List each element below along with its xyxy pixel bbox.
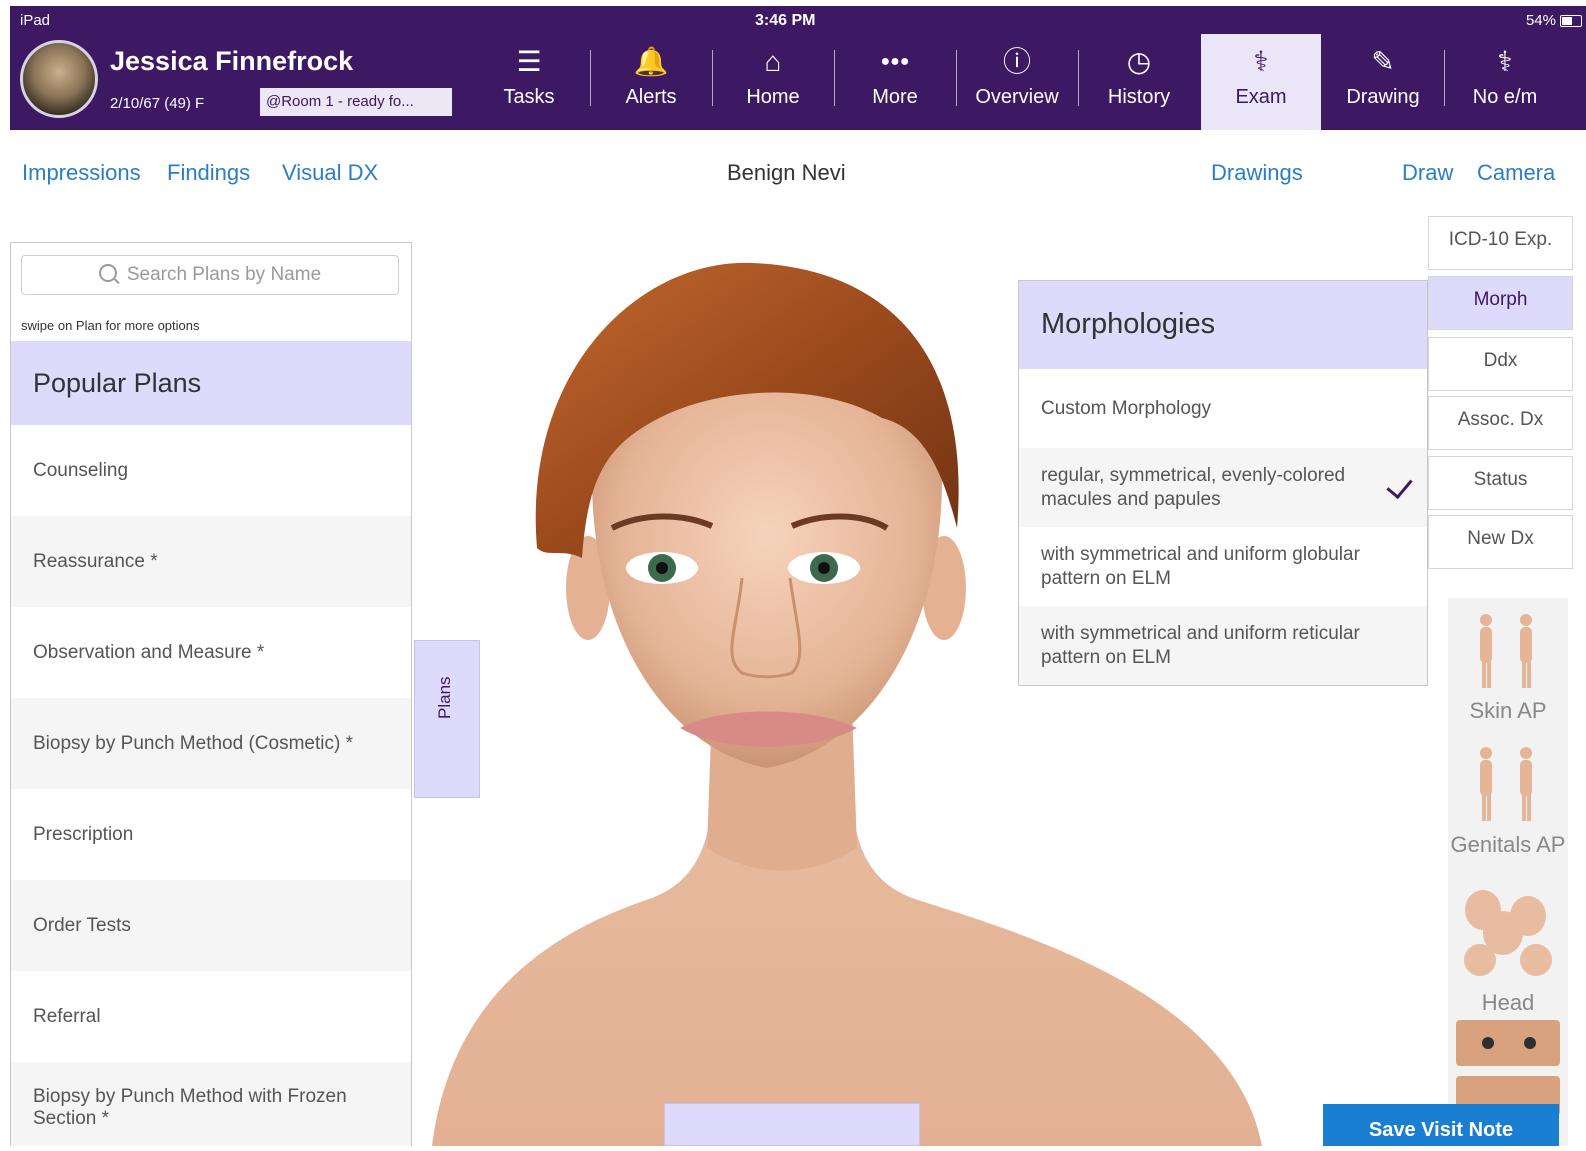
battery-icon [1560, 15, 1582, 27]
plan-item-label: Order Tests [33, 914, 131, 936]
tasks-icon: ☰ [516, 46, 542, 77]
stethoscope-icon: ⚕ [1253, 46, 1269, 77]
morphologies-title: Morphologies [1019, 281, 1427, 369]
search-icon [98, 264, 117, 282]
battery-percent: 54% [1525, 12, 1556, 29]
nav-tab-exam[interactable]: ⚕ Exam [1201, 34, 1321, 130]
body-view-images [1456, 614, 1560, 1116]
nav-separator [590, 50, 591, 106]
nav-tab-label: No e/m [1472, 86, 1538, 108]
visual-dx-link[interactable]: Visual DX [282, 160, 378, 186]
home-icon: ⌂ [764, 46, 782, 77]
room-status-badge[interactable]: @Room 1 - ready fo... [260, 88, 452, 116]
nav-tab-label: Exam [1235, 86, 1287, 108]
morphology-item[interactable]: Custom Morphology [1019, 369, 1427, 448]
plan-item[interactable]: Observation and Measure * [11, 607, 411, 698]
checkmark-icon [1386, 471, 1413, 500]
pencil-icon: ✎ [1371, 46, 1395, 77]
plans-drawer-tab[interactable]: Plans [414, 640, 480, 798]
bell-icon: 🔔 [633, 46, 669, 77]
side-tab-icd-10-exp[interactable]: ICD-10 Exp. [1428, 216, 1573, 270]
nav-tab-alerts[interactable]: 🔔 Alerts [591, 34, 711, 130]
morphology-item-label: regular, symmetrical, evenly-colored mac… [1041, 464, 1346, 510]
morphology-item[interactable]: with symmetrical and uniform globular pa… [1019, 527, 1427, 606]
findings-link[interactable]: Findings [167, 160, 250, 186]
app-header: iPad 3:46 PM 54% Jessica Finnefrock 2/10… [10, 6, 1586, 130]
body-view-thumbnails: Skin AP Genitals AP Head [1448, 598, 1568, 1146]
morphology-item[interactable]: with symmetrical and uniform reticular p… [1019, 606, 1427, 685]
morphology-item[interactable]: regular, symmetrical, evenly-colored mac… [1019, 448, 1427, 527]
nav-tab-overview[interactable]: ⓘ Overview [957, 34, 1077, 130]
plans-panel: Search Plans by Name swipe on Plan for m… [10, 242, 412, 1146]
plan-item-label: Biopsy by Punch Method (Cosmetic) * [33, 732, 353, 754]
nav-tab-label: Drawing [1346, 86, 1420, 108]
plan-item-label: Counseling [33, 459, 129, 481]
nav-tab-more[interactable]: ●●● More [835, 34, 955, 130]
side-tab-status[interactable]: Status [1428, 456, 1573, 510]
nav-tab-label: Tasks [503, 86, 555, 108]
genitals-ap-label[interactable]: Genitals AP [1448, 832, 1568, 858]
nav-tab-history[interactable]: ◷ History [1079, 34, 1199, 130]
nav-tab-home[interactable]: ⌂ Home [713, 34, 833, 130]
patient-avatar[interactable] [20, 40, 98, 118]
nav-separator [712, 50, 713, 106]
plan-item[interactable]: Reassurance * [11, 516, 411, 607]
nav-separator [1078, 50, 1079, 106]
nav-tab-drawing[interactable]: ✎ Drawing [1323, 34, 1443, 130]
nav-tab-label: Home [746, 86, 800, 108]
save-visit-note-button[interactable]: Save Visit Note [1323, 1104, 1559, 1146]
morphology-item-label: with symmetrical and uniform reticular p… [1041, 622, 1360, 668]
nav-tab-label: Overview [975, 86, 1059, 108]
popular-plans-header: Popular Plans [11, 341, 411, 425]
plan-swipe-hint: swipe on Plan for more options [21, 318, 200, 333]
more-icon: ●●● [880, 53, 910, 70]
side-tab-new-dx[interactable]: New Dx [1428, 515, 1573, 569]
nav-separator [956, 50, 957, 106]
morphology-item-label: with symmetrical and uniform globular pa… [1041, 543, 1360, 589]
plan-item[interactable]: Referral [11, 971, 411, 1062]
bottom-drawer-tab[interactable] [664, 1103, 920, 1146]
side-tab-assoc-dx[interactable]: Assoc. Dx [1428, 396, 1573, 450]
draw-link[interactable]: Draw [1402, 160, 1453, 186]
plans-tab-label: Plans [435, 676, 454, 719]
drawings-link[interactable]: Drawings [1211, 160, 1303, 186]
nav-tab-tasks[interactable]: ☰ Tasks [469, 34, 589, 130]
plan-item[interactable]: Prescription [11, 789, 411, 880]
nav-tab-no-e-m[interactable]: ⚕ No e/m [1445, 34, 1565, 130]
plan-item-label: Referral [33, 1005, 101, 1027]
nav-tab-label: Alerts [625, 86, 677, 108]
plan-item-label: Prescription [33, 823, 134, 845]
skin-ap-label[interactable]: Skin AP [1448, 698, 1568, 724]
plan-item[interactable]: Counseling [11, 425, 411, 516]
plan-search-placeholder: Search Plans by Name [126, 264, 322, 285]
morphology-item-label: Custom Morphology [1041, 397, 1212, 419]
nav-tab-label: More [872, 86, 918, 108]
patient-dob-age-sex: 2/10/67 (49) F [110, 95, 205, 112]
plan-item-label: Observation and Measure * [33, 641, 265, 663]
caduceus-icon: ⚕ [1497, 46, 1513, 77]
plan-search-input[interactable]: Search Plans by Name [21, 255, 399, 295]
plan-item-label: Reassurance * [33, 550, 158, 572]
diagnosis-title: Benign Nevi [727, 160, 846, 185]
clock-icon: ◷ [1126, 46, 1152, 77]
side-tab-ddx[interactable]: Ddx [1428, 337, 1573, 391]
info-icon: ⓘ [1002, 46, 1031, 77]
device-label: iPad [20, 12, 51, 29]
plan-item-label: Biopsy by Punch Method with Frozen Secti… [33, 1085, 347, 1129]
nav-tab-label: History [1107, 86, 1171, 108]
plan-item[interactable]: Biopsy by Punch Method (Cosmetic) * [11, 698, 411, 789]
nav-separator [1444, 50, 1445, 106]
head-label[interactable]: Head [1448, 990, 1568, 1016]
status-bar: iPad 3:46 PM 54% [10, 6, 1586, 36]
status-time: 3:46 PM [755, 12, 816, 29]
morphologies-panel: Morphologies Custom Morphology regular, s… [1018, 280, 1428, 686]
patient-name[interactable]: Jessica Finnefrock [110, 46, 353, 77]
impressions-link[interactable]: Impressions [22, 160, 141, 186]
plan-item[interactable]: Biopsy by Punch Method with Frozen Secti… [11, 1062, 411, 1146]
plan-item[interactable]: Order Tests [11, 880, 411, 971]
nav-separator [834, 50, 835, 106]
side-tab-morph[interactable]: Morph [1428, 276, 1573, 330]
camera-link[interactable]: Camera [1477, 160, 1555, 186]
